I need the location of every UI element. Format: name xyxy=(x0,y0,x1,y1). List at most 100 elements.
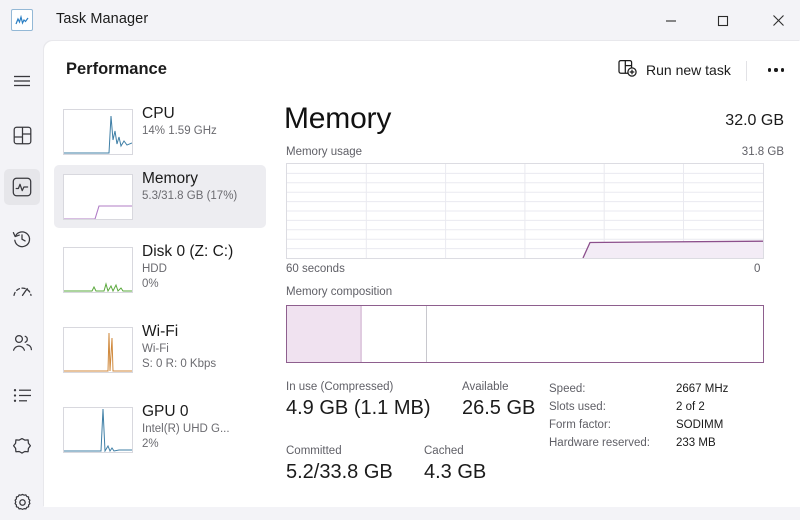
ellipsis-dot xyxy=(774,68,778,72)
list-item-name: Disk 0 (Z: C:) xyxy=(142,243,234,260)
list-item-text: Disk 0 (Z: C:) HDD 0% xyxy=(142,242,264,291)
gpu-spike-graph xyxy=(63,407,133,453)
list-item-sub1: 14% 1.59 GHz xyxy=(142,125,217,137)
graph-left-label: 60 seconds xyxy=(286,263,345,275)
composition-segment-in-use xyxy=(287,306,360,362)
resource-list: CPU 14% 1.59 GHz Memory 5.3/31.8 GB (17%… xyxy=(54,100,276,507)
list-item-sub2: 2% xyxy=(142,437,159,450)
services-gear-icon xyxy=(12,437,32,457)
stat-value: 4.9 GB (1.1 MB) xyxy=(286,397,431,419)
list-item-name: Wi-Fi xyxy=(142,323,179,340)
stat-value: 26.5 GB xyxy=(462,397,536,419)
graph-right-label: 0 xyxy=(754,263,761,275)
sidebar-item-services[interactable] xyxy=(4,429,40,465)
list-item-sub1: HDD xyxy=(142,263,167,275)
memory-total: 32.0 GB xyxy=(725,112,784,129)
detail-value: 2 of 2 xyxy=(676,401,705,413)
panel-header: Performance Run new task xyxy=(44,41,800,100)
memory-usage-graph xyxy=(286,163,764,259)
detail-key: Slots used: xyxy=(549,401,606,413)
list-item-text: CPU 14% 1.59 GHz xyxy=(142,104,264,139)
list-item-sub1: 5.3/31.8 GB (17%) xyxy=(142,190,238,202)
detail-value: 2667 MHz xyxy=(676,383,729,395)
list-item-name: Memory xyxy=(142,170,198,187)
memory-step-graph xyxy=(63,174,133,220)
minimize-icon[interactable] xyxy=(648,0,694,41)
list-item-gpu0[interactable]: GPU 0 Intel(R) UHD G... 2% xyxy=(54,398,266,470)
stat-in-use: In use (Compressed) 4.9 GB (1.1 MB) xyxy=(286,380,431,421)
detail-value: SODIMM xyxy=(676,419,724,431)
stat-value: 5.2/33.8 GB xyxy=(286,461,393,483)
memory-composition-label: Memory composition xyxy=(286,286,393,298)
stat-label: Committed xyxy=(286,445,342,457)
run-new-task-button[interactable]: Run new task xyxy=(610,54,741,86)
sidebar-item-users[interactable] xyxy=(4,325,40,361)
task-manager-window: Task Manager Performance Run new task CP… xyxy=(0,0,800,510)
details-list-icon xyxy=(13,388,32,403)
wifi-spike-graph xyxy=(63,327,133,373)
stat-cached: Cached 4.3 GB xyxy=(424,444,486,485)
ellipsis-dot xyxy=(767,68,772,72)
detail-row-form-factor: Form factor: SODIMM xyxy=(549,416,728,434)
list-item-cpu[interactable]: CPU 14% 1.59 GHz xyxy=(54,100,266,163)
users-people-icon xyxy=(12,334,33,352)
stat-label: Cached xyxy=(424,445,464,457)
detail-row-speed: Speed: 2667 MHz xyxy=(549,380,728,398)
sidebar-item-details[interactable] xyxy=(4,377,40,413)
list-item-text: GPU 0 Intel(R) UHD G... 2% xyxy=(142,402,264,451)
list-item-name: GPU 0 xyxy=(142,403,189,420)
window-title: Task Manager xyxy=(56,11,149,27)
stat-label: In use (Compressed) xyxy=(286,381,394,393)
list-item-sub1: Intel(R) UHD G... xyxy=(142,423,230,435)
stat-label: Available xyxy=(462,381,509,393)
page-title: Performance xyxy=(66,60,167,78)
maximize-icon[interactable] xyxy=(700,0,746,41)
list-item-sub2: S: 0 R: 0 Kbps xyxy=(142,357,217,370)
history-clock-icon xyxy=(12,229,32,249)
startup-gauge-icon xyxy=(12,283,33,299)
composition-segment-modified xyxy=(359,306,362,362)
sidebar-item-app-history[interactable] xyxy=(4,221,40,257)
cpu-spike-graph xyxy=(63,109,133,155)
memory-title: Memory xyxy=(284,102,392,135)
sidebar-item-performance[interactable] xyxy=(4,169,40,205)
composition-divider-standby xyxy=(425,306,427,362)
run-new-task-label: Run new task xyxy=(646,62,731,78)
detail-key: Hardware reserved: xyxy=(549,437,650,449)
processes-grid-icon xyxy=(13,126,32,145)
list-item-sub1: Wi-Fi xyxy=(142,343,169,355)
sidebar-item-processes[interactable] xyxy=(4,117,40,153)
stat-value: 4.3 GB xyxy=(424,461,487,483)
stat-available: Available 26.5 GB xyxy=(462,380,535,421)
close-icon[interactable] xyxy=(755,0,800,41)
sidebar-item-startup-apps[interactable] xyxy=(4,273,40,309)
stat-committed: Committed 5.2/33.8 GB xyxy=(286,444,393,485)
settings-gear-icon[interactable] xyxy=(4,484,40,520)
detail-row-hardware-reserved: Hardware reserved: 233 MB xyxy=(549,434,728,452)
detail-key: Form factor: xyxy=(549,419,611,431)
list-item-name: CPU xyxy=(142,105,175,122)
hamburger-menu-icon[interactable] xyxy=(4,63,40,99)
navigation-rail xyxy=(0,41,44,510)
detail-row-slots-used: Slots used: 2 of 2 xyxy=(549,398,728,416)
more-ellipsis-icon[interactable] xyxy=(759,54,793,86)
list-item-sub2: 0% xyxy=(142,277,159,290)
content-panel: Performance Run new task CPU 14% 1.59 GH… xyxy=(44,41,800,507)
list-item-memory[interactable]: Memory 5.3/31.8 GB (17%) xyxy=(54,165,266,228)
memory-usage-max: 31.8 GB xyxy=(741,146,784,158)
list-item-disk0[interactable]: Disk 0 (Z: C:) HDD 0% xyxy=(54,238,266,310)
list-item-wifi[interactable]: Wi-Fi Wi-Fi S: 0 R: 0 Kbps xyxy=(54,318,266,390)
memory-stats: In use (Compressed) 4.9 GB (1.1 MB) Avai… xyxy=(284,380,784,505)
disk-activity-graph xyxy=(63,247,133,293)
memory-usage-label: Memory usage xyxy=(286,146,363,158)
detail-key: Speed: xyxy=(549,383,586,395)
detail-value: 233 MB xyxy=(676,437,716,449)
memory-detail-pane: Memory 32.0 GB Memory usage 31.8 GB 60 s… xyxy=(284,100,784,507)
list-item-text: Memory 5.3/31.8 GB (17%) xyxy=(142,169,264,204)
ellipsis-dot xyxy=(780,68,785,72)
memory-details-table: Speed: 2667 MHz Slots used: 2 of 2 Form … xyxy=(549,380,728,452)
performance-pulse-icon xyxy=(12,177,32,197)
title-bar: Task Manager xyxy=(0,0,800,41)
memory-composition-bar xyxy=(286,305,764,363)
add-task-icon xyxy=(618,59,637,82)
